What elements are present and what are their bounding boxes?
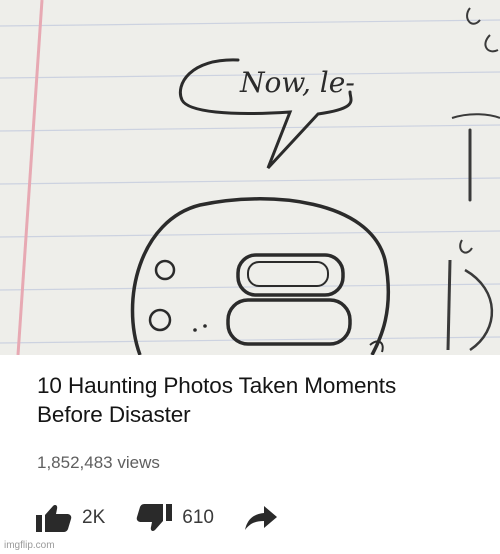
like-button[interactable]: 2K — [35, 503, 105, 533]
like-count: 2K — [82, 507, 106, 528]
view-count: 1,852,483 views — [37, 453, 160, 472]
notebook-photo: Now, le- — [0, 0, 500, 355]
imgflip-watermark: imgflip.com — [4, 540, 55, 551]
action-bar: 2K 610 — [35, 502, 278, 534]
video-title[interactable]: 10 Haunting Photos Taken Moments Before … — [37, 371, 467, 429]
dislike-count: 610 — [182, 507, 214, 528]
thumbs-down-icon — [136, 504, 173, 531]
thumbs-up-icon — [36, 505, 72, 532]
share-arrow-icon — [244, 506, 277, 530]
video-info-panel: 10 Haunting Photos Taken Moments Before … — [0, 355, 500, 554]
speech-text: Now, le- — [239, 66, 355, 99]
share-button[interactable] — [244, 504, 278, 532]
dislike-button[interactable]: 610 — [135, 503, 214, 533]
notebook-drawing: Now, le- — [0, 0, 500, 355]
